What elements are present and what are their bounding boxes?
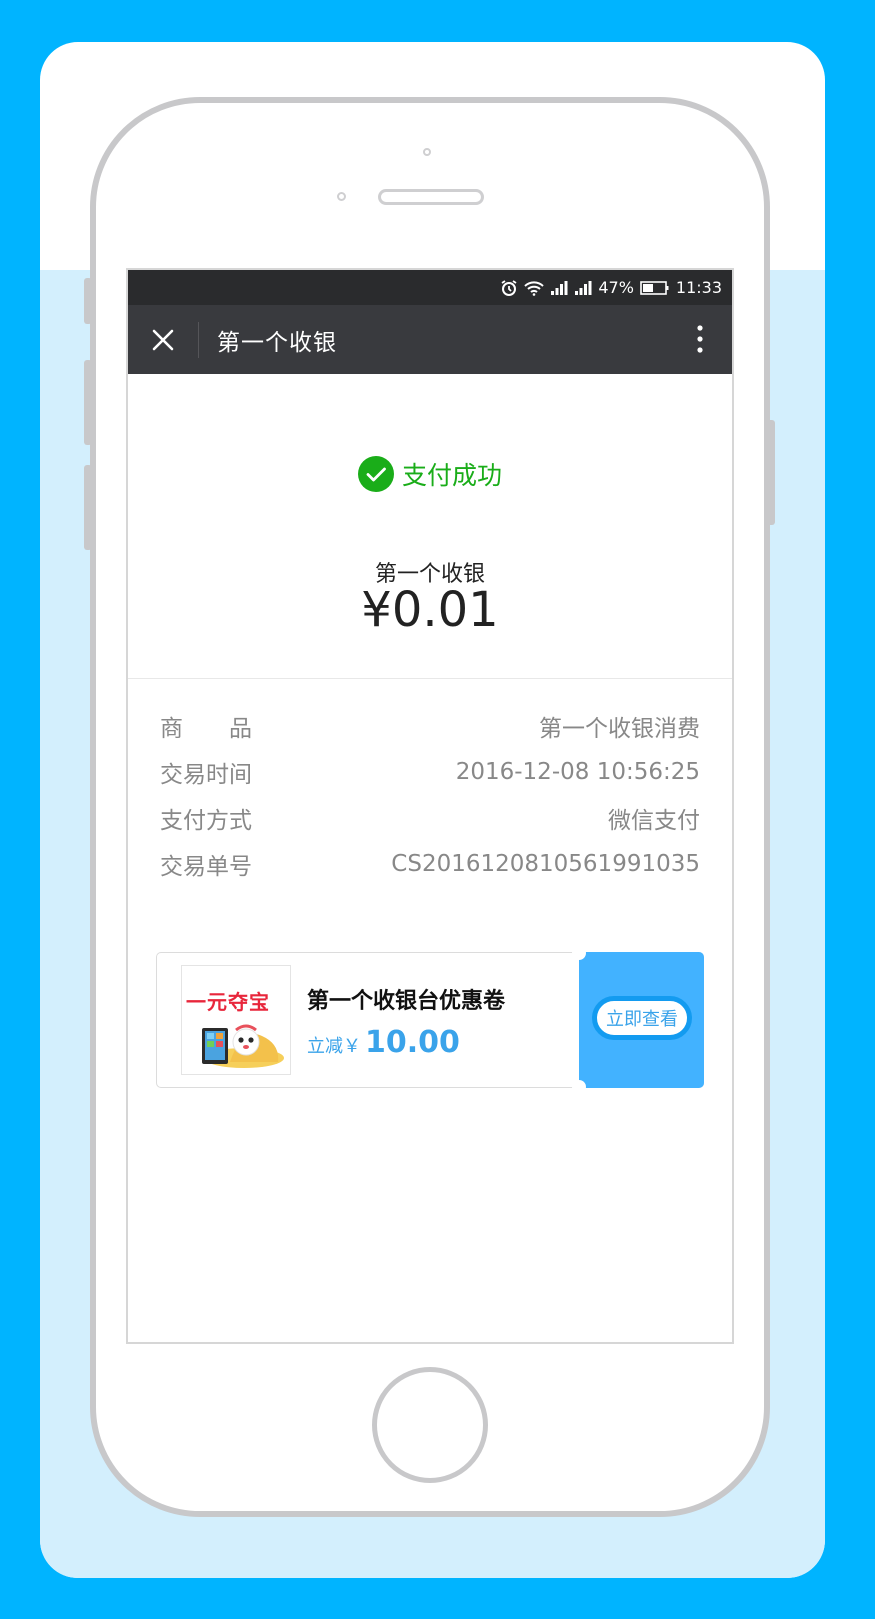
close-icon xyxy=(152,329,174,350)
detail-value: 微信支付 xyxy=(608,808,700,834)
status-bar: 47% 11:33 xyxy=(128,270,732,305)
check-circle-icon xyxy=(357,456,394,492)
alarm-icon xyxy=(501,279,517,296)
coupon-discount: 立减￥ 10.00 xyxy=(307,1025,460,1060)
nav-divider xyxy=(198,321,199,358)
view-now-button[interactable]: 立即查看 xyxy=(592,996,692,1040)
tablet-mascot-illustration xyxy=(202,1024,284,1068)
phone-side-button xyxy=(84,278,92,324)
transaction-details: 商 品 第一个收银消费 交易时间 2016-12-08 10:56:25 支付方… xyxy=(160,703,700,887)
coupon-card[interactable]: 一元夺宝 第一个收银台优惠卷 立减￥ 10.00 立即查看 xyxy=(156,946,704,1094)
detail-label: 支付方式 xyxy=(160,808,252,834)
detail-row-time: 交易时间 2016-12-08 10:56:25 xyxy=(160,749,700,795)
phone-volume-up xyxy=(84,360,92,445)
phone-power-button xyxy=(767,420,775,525)
more-vertical-icon xyxy=(697,325,703,353)
phone-volume-down xyxy=(84,465,92,550)
ticket-notch xyxy=(572,1080,586,1094)
more-menu-button[interactable] xyxy=(690,321,710,357)
close-button[interactable] xyxy=(128,305,198,374)
detail-value: 2016-12-08 10:56:25 xyxy=(455,759,700,785)
detail-value: 第一个收银消费 xyxy=(539,716,700,742)
detail-row-product: 商 品 第一个收银消费 xyxy=(160,703,700,749)
phone-screen: 47% 11:33 第一个收银 支付成功 第一个收银 ¥0.01 商 品 第一个… xyxy=(126,268,734,1344)
detail-label: 交易时间 xyxy=(160,762,252,788)
wifi-icon xyxy=(524,280,545,296)
detail-row-order: 交易单号 CS2016120810561991035 xyxy=(160,841,700,887)
ticket-notch xyxy=(572,946,586,960)
discount-label: 立减￥ xyxy=(307,1036,361,1057)
home-button[interactable] xyxy=(372,1367,488,1483)
proximity-sensor xyxy=(337,192,346,201)
clock: 11:33 xyxy=(675,278,722,297)
signal-icon xyxy=(575,280,592,295)
coupon-title: 第一个收银台优惠卷 xyxy=(307,989,506,1014)
front-camera xyxy=(423,148,431,156)
battery-icon xyxy=(640,280,669,295)
payment-status: 支付成功 xyxy=(128,456,732,492)
nav-bar: 第一个收银 xyxy=(128,305,732,374)
signal-icon xyxy=(551,280,568,295)
earpiece-speaker xyxy=(378,189,484,205)
battery-percent: 47% xyxy=(598,278,634,297)
detail-row-method: 支付方式 微信支付 xyxy=(160,795,700,841)
page-title: 第一个收银 xyxy=(217,329,337,356)
payment-status-text: 支付成功 xyxy=(401,461,502,490)
coupon-thumbnail: 一元夺宝 xyxy=(181,965,291,1075)
payment-amount: ¥0.01 xyxy=(361,582,499,638)
detail-label: 交易单号 xyxy=(160,854,252,880)
discount-value: 10.00 xyxy=(365,1025,460,1060)
detail-label: 商 品 xyxy=(160,716,252,742)
detail-value: CS2016120810561991035 xyxy=(391,851,700,877)
divider xyxy=(128,678,732,679)
coupon-action-area: 立即查看 xyxy=(572,946,704,1094)
